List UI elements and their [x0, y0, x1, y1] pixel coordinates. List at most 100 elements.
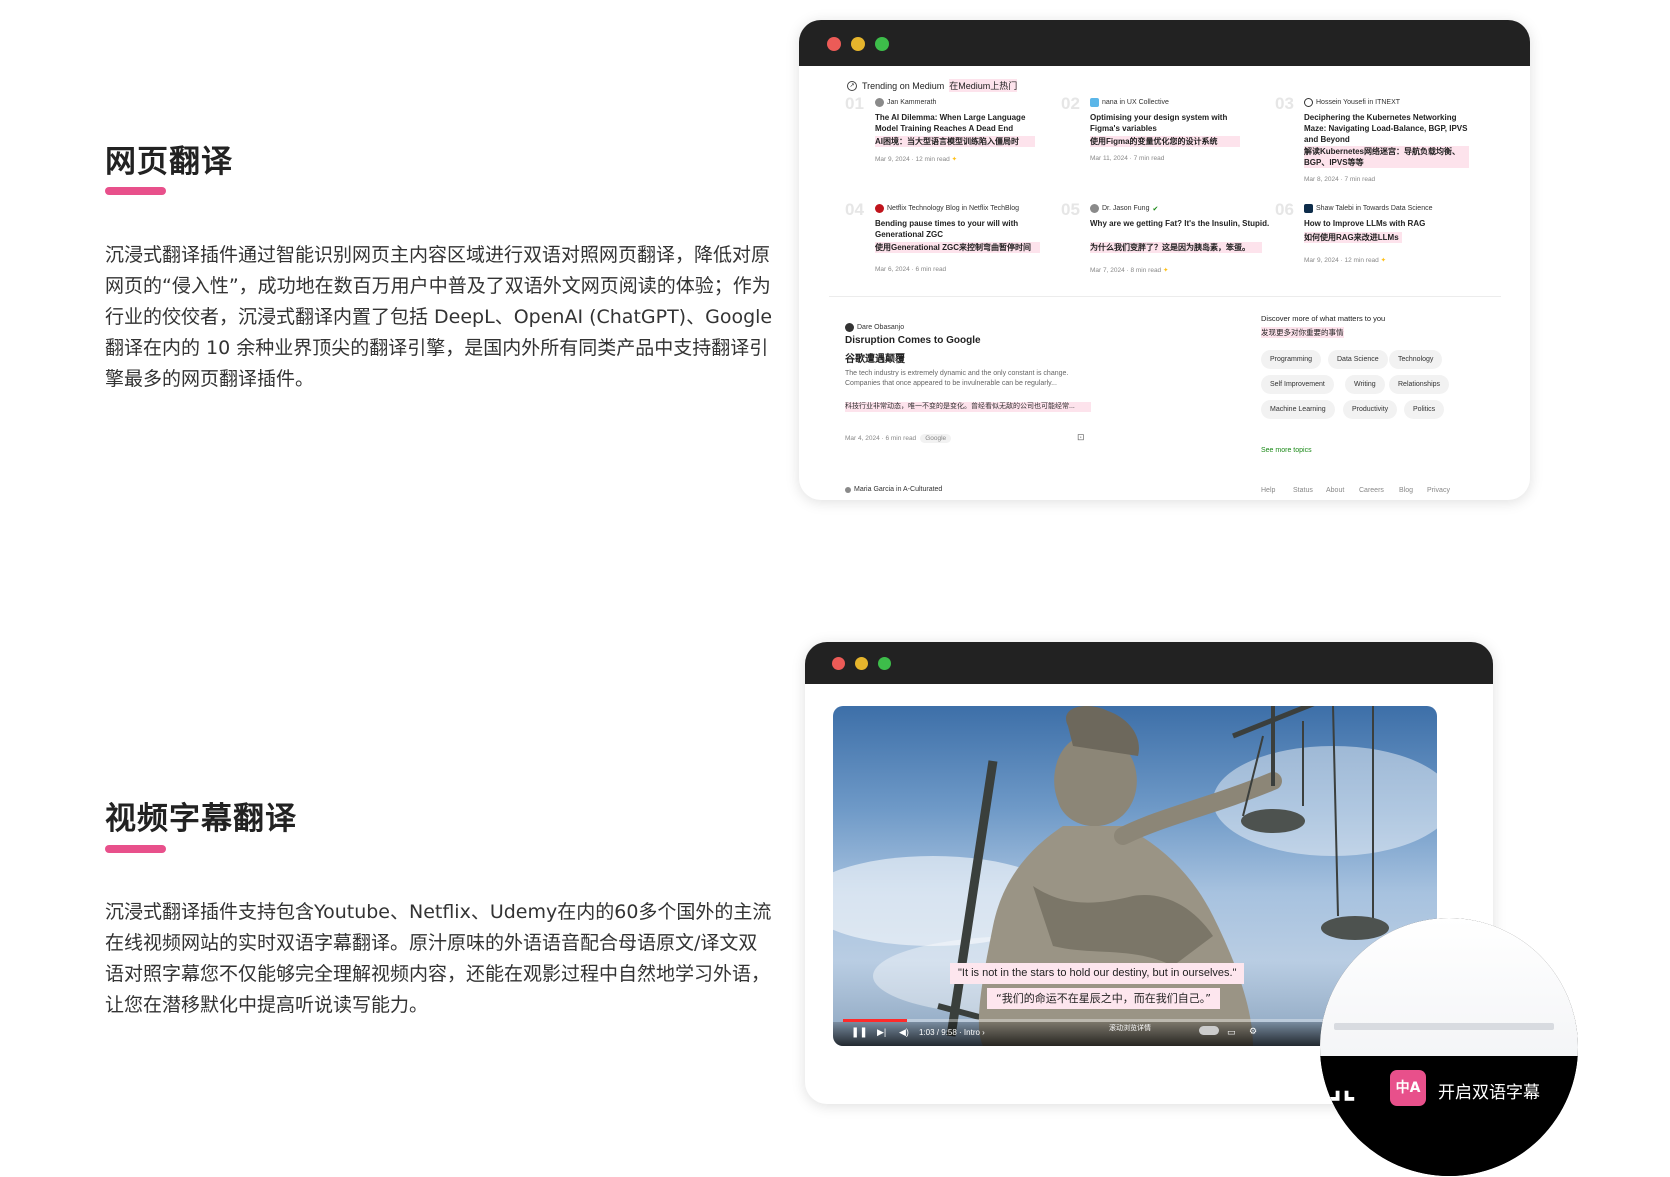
next-article-author[interactable]: Maria Garcia in A-Culturated [845, 486, 942, 493]
rank-number: 02 [1061, 94, 1080, 113]
see-more-topics-link[interactable]: See more topics [1261, 447, 1312, 454]
avatar [875, 204, 884, 213]
star-icon: ✦ [1380, 257, 1387, 264]
close-dot[interactable] [827, 37, 841, 51]
article-author[interactable]: Dr. Jason Fung ✔ [1090, 204, 1158, 213]
rank-number: 01 [845, 94, 864, 113]
settings-icon[interactable]: ⚙ [1249, 1026, 1257, 1037]
bookmark-icon[interactable]: ⊡ [1077, 432, 1085, 443]
topic-chip[interactable]: Programming [1261, 350, 1322, 369]
browser-window-web: ↗ Trending on Medium 在Medium上热门 01 Jan K… [799, 20, 1530, 500]
bilingual-toggle-callout: ⌟⌞ 中A 开启双语字幕 [1320, 918, 1578, 1176]
immersive-translate-logo-icon[interactable]: 中A [1390, 1070, 1426, 1106]
trending-header: ↗ Trending on Medium 在Medium上热门 [847, 79, 1018, 92]
section-title-video: 视频字幕翻译 [105, 801, 297, 837]
minimize-dot[interactable] [855, 657, 868, 670]
avatar [1090, 204, 1099, 213]
article-title-zh: 如何使用RAG来改进LLMs [1304, 232, 1402, 243]
topic-chip[interactable]: Data Science [1328, 350, 1388, 369]
rank-number: 03 [1275, 94, 1294, 113]
article-title[interactable]: Why are we getting Fat? It's the Insulin… [1090, 218, 1270, 229]
window-titlebar [805, 642, 1493, 684]
callout-bar [1334, 1023, 1554, 1030]
article-meta: Mar 8, 2024 · 7 min read [1304, 176, 1376, 183]
close-dot[interactable] [832, 657, 845, 670]
article-title-zh: AI困境：当大型语言模型训练陷入僵局时 [875, 136, 1035, 147]
trending-icon: ↗ [847, 80, 857, 91]
footer-blog-link[interactable]: Blog [1399, 487, 1413, 494]
title-underline [105, 845, 166, 853]
topic-chip[interactable]: Technology [1389, 350, 1443, 369]
volume-icon[interactable]: ◀) [899, 1027, 909, 1038]
avatar [875, 98, 884, 107]
feature-title[interactable]: Disruption Comes to Google [845, 335, 981, 346]
star-icon: ✦ [951, 156, 958, 163]
avatar [1304, 98, 1313, 107]
star-icon: ✦ [1163, 267, 1169, 274]
discover-title: Discover more of what matters to you [1261, 314, 1386, 323]
rank-number: 04 [845, 200, 864, 219]
article-title-zh: 使用Generational ZGC来控制弯曲暂停时间 [875, 242, 1040, 253]
rank-number: 06 [1275, 200, 1294, 219]
maximize-dot[interactable] [878, 657, 891, 670]
article-meta: Mar 6, 2024 · 6 min read [875, 266, 947, 273]
footer-careers-link[interactable]: Careers [1359, 487, 1384, 494]
article-title[interactable]: Deciphering the Kubernetes Networking Ma… [1304, 112, 1479, 145]
section-title-web: 网页翻译 [105, 144, 233, 180]
topic-chip[interactable]: Politics [1404, 400, 1445, 419]
article-author[interactable]: Hossein Yousefi in ITNEXT [1304, 98, 1400, 107]
feature-author[interactable]: Dare Obasanjo [845, 323, 904, 332]
subtitles-icon[interactable]: ▭ [1227, 1027, 1236, 1038]
rank-number: 05 [1061, 200, 1080, 219]
section-desc-web: 沉浸式翻译插件通过智能识别网页主内容区域进行双语对照网页翻译，降低对原网页的“侵… [105, 244, 773, 390]
feature-title-zh: 谷歌遭遇颠覆 [845, 354, 905, 365]
article-title-zh: 解读Kubernetes网络迷宫：导航负载均衡、BGP、IPVS等等 [1304, 146, 1469, 168]
next-icon[interactable]: ▶| [877, 1027, 886, 1038]
article-title-zh: 为什么我们变胖了？这是因为胰岛素，笨蛋。 [1090, 242, 1262, 253]
tag-chip: Google [920, 434, 952, 443]
article-title[interactable]: Bending pause times to your will with Ge… [875, 218, 1035, 240]
topic-chip[interactable]: Machine Learning [1261, 400, 1335, 419]
article-title-zh: 使用Figma的变量优化您的设计系统 [1090, 136, 1240, 147]
article-title[interactable]: The AI Dilemma: When Large Language Mode… [875, 112, 1035, 134]
article-author[interactable]: nana in UX Collective [1090, 98, 1169, 107]
feature-meta: Mar 4, 2024 · 6 min read Google [845, 434, 952, 443]
maximize-dot[interactable] [875, 37, 889, 51]
subtitle-original: "It is not in the stars to hold our dest… [950, 963, 1245, 984]
scroll-hint: 滚动浏览详情 [1109, 1024, 1151, 1032]
avatar [845, 486, 851, 493]
trending-label: Trending on Medium [862, 80, 945, 91]
article-author[interactable]: Netflix Technology Blog in Netflix TechB… [875, 204, 1019, 213]
trending-label-zh: 在Medium上热门 [949, 79, 1018, 92]
window-titlebar [799, 20, 1530, 66]
footer-privacy-link[interactable]: Privacy [1427, 487, 1450, 494]
topic-chip[interactable]: Productivity [1343, 400, 1398, 419]
article-author[interactable]: Jan Kammerath [875, 98, 936, 107]
callout-dark-area [1320, 1056, 1578, 1176]
avatar [1090, 98, 1099, 107]
topic-chip[interactable]: Writing [1345, 375, 1385, 394]
minimize-dot[interactable] [851, 37, 865, 51]
autoplay-toggle[interactable] [1199, 1026, 1219, 1035]
footer-status-link[interactable]: Status [1293, 487, 1313, 494]
discover-title-zh: 发现更多对你重要的事情 [1261, 327, 1344, 338]
footer-about-link[interactable]: About [1326, 487, 1344, 494]
feature-excerpt: The tech industry is extremely dynamic a… [845, 370, 1069, 387]
topic-chip[interactable]: Relationships [1389, 375, 1450, 394]
time-display: 1:03 / 9:58 · Intro › [919, 1028, 985, 1037]
article-author[interactable]: Shaw Talebi in Towards Data Science [1304, 204, 1432, 213]
article-title[interactable]: How to Improve LLMs with RAG [1304, 218, 1479, 229]
exit-fullscreen-icon[interactable]: ⌟⌞ [1328, 1070, 1356, 1105]
footer-help-link[interactable]: Help [1261, 487, 1275, 494]
section-desc-video: 沉浸式翻译插件支持包含Youtube、Netflix、Udemy在内的60多个国… [105, 901, 772, 1016]
bilingual-subtitle-toggle-label[interactable]: 开启双语字幕 [1438, 1078, 1540, 1103]
article-meta: Mar 9, 2024 · 12 min read ✦ [1304, 257, 1387, 264]
topic-chip[interactable]: Self Improvement [1261, 375, 1334, 394]
pause-icon[interactable]: ❚❚ [851, 1027, 868, 1038]
article-meta: Mar 7, 2024 · 8 min read ✦ [1090, 267, 1169, 274]
avatar [1304, 204, 1313, 213]
callout-top-area [1320, 918, 1578, 1056]
article-title[interactable]: Optimising your design system with Figma… [1090, 112, 1240, 134]
title-underline [105, 187, 166, 195]
article-meta: Mar 9, 2024 · 12 min read ✦ [875, 156, 958, 163]
